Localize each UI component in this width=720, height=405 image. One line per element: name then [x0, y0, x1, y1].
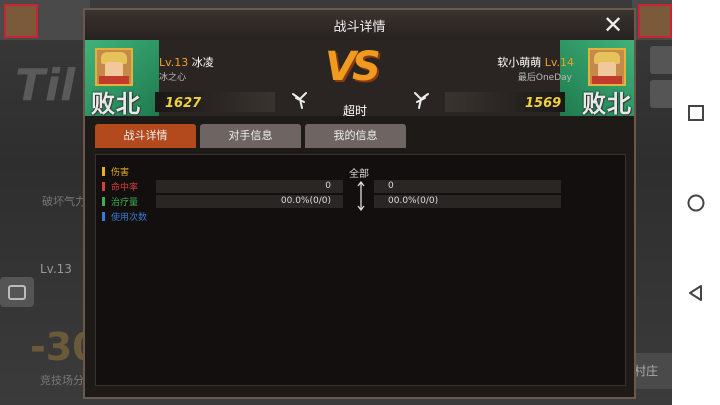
legend-swatch — [102, 167, 105, 176]
legend-swatch — [102, 212, 105, 221]
legend-swatch — [102, 182, 105, 191]
player-avatar-small[interactable] — [4, 4, 38, 38]
home-icon[interactable] — [686, 193, 706, 213]
chat-button[interactable] — [0, 277, 34, 307]
sort-arrow-icon[interactable] — [357, 181, 365, 211]
legend-label: 伤害 — [111, 168, 130, 178]
battle-details-modal: 战斗详情 ✕ Lv.13 冰凌 冰之心 软小萌萌 Lv.14 最后OneDay … — [83, 8, 636, 399]
battle-outcome: 超时 — [343, 104, 368, 118]
village-label: 村庄 — [634, 364, 659, 378]
legend-hit-rate: 命中率 — [102, 180, 138, 193]
left-sword-icon — [292, 92, 307, 109]
background-arena-text: 竞技场分 — [40, 374, 84, 387]
right-player-level: Lv.14 — [544, 56, 574, 69]
top-left-panel — [0, 0, 90, 40]
battle-stats-panel: 伤害 命中率 治疗量 使用次数 全部 0 0 00.0%(0/0) 00.0%(… — [95, 154, 626, 386]
left-player-level: Lv.13 — [159, 56, 189, 69]
legend-label: 命中率 — [111, 183, 139, 193]
vs-emblem: VS — [325, 44, 381, 90]
tab-opponent-info[interactable]: 对手信息 — [200, 124, 301, 148]
left-hit-rate-value: 00.0%(0/0) — [156, 195, 343, 208]
left-player-score: 1627 — [165, 96, 202, 111]
left-player-info: Lv.13 冰凌 — [159, 54, 214, 70]
right-hit-rate-value: 00.0%(0/0) — [374, 195, 561, 208]
right-result-label: 败北 — [582, 90, 632, 118]
legend-swatch — [102, 197, 105, 206]
right-player-guild: 最后OneDay — [517, 73, 572, 83]
right-player-name: 软小萌萌 — [497, 56, 542, 69]
left-damage-value: 0 — [156, 180, 343, 193]
right-player-avatar[interactable] — [588, 48, 626, 86]
legend-damage: 伤害 — [102, 165, 129, 178]
tab-battle-details[interactable]: 战斗详情 — [95, 124, 196, 148]
filter-all-button[interactable]: 全部 — [349, 165, 369, 180]
chat-icon — [8, 285, 26, 300]
recent-apps-icon[interactable] — [686, 103, 706, 123]
legend-use-count: 使用次数 — [102, 210, 147, 223]
close-icon[interactable]: ✕ — [600, 12, 626, 38]
modal-title: 战斗详情 — [333, 20, 386, 35]
background-title: Til — [15, 60, 76, 111]
right-sword-icon — [414, 92, 429, 109]
background-break-text: 破坏气力 — [42, 195, 86, 208]
left-player-name: 冰凌 — [191, 56, 214, 69]
legend-label: 使用次数 — [111, 213, 148, 223]
background-level: Lv.13 — [40, 262, 72, 276]
right-player-info: 软小萌萌 Lv.14 — [497, 54, 574, 70]
top-right-panel — [632, 0, 672, 40]
legend-healing: 治疗量 — [102, 195, 138, 208]
back-icon[interactable] — [686, 283, 706, 303]
battle-banner: Lv.13 冰凌 冰之心 软小萌萌 Lv.14 最后OneDay 败北 败北 1… — [85, 40, 634, 118]
left-player-avatar[interactable] — [95, 48, 133, 86]
legend-label: 治疗量 — [111, 198, 139, 208]
tab-my-info[interactable]: 我的信息 — [305, 124, 406, 148]
left-player-guild: 冰之心 — [159, 73, 187, 83]
android-nav-bar — [672, 0, 720, 405]
modal-header: 战斗详情 ✕ — [85, 10, 634, 40]
left-result-label: 败北 — [91, 90, 141, 118]
opponent-avatar-small[interactable] — [638, 4, 672, 38]
right-player-score: 1569 — [525, 96, 562, 111]
right-damage-value: 0 — [374, 180, 561, 193]
